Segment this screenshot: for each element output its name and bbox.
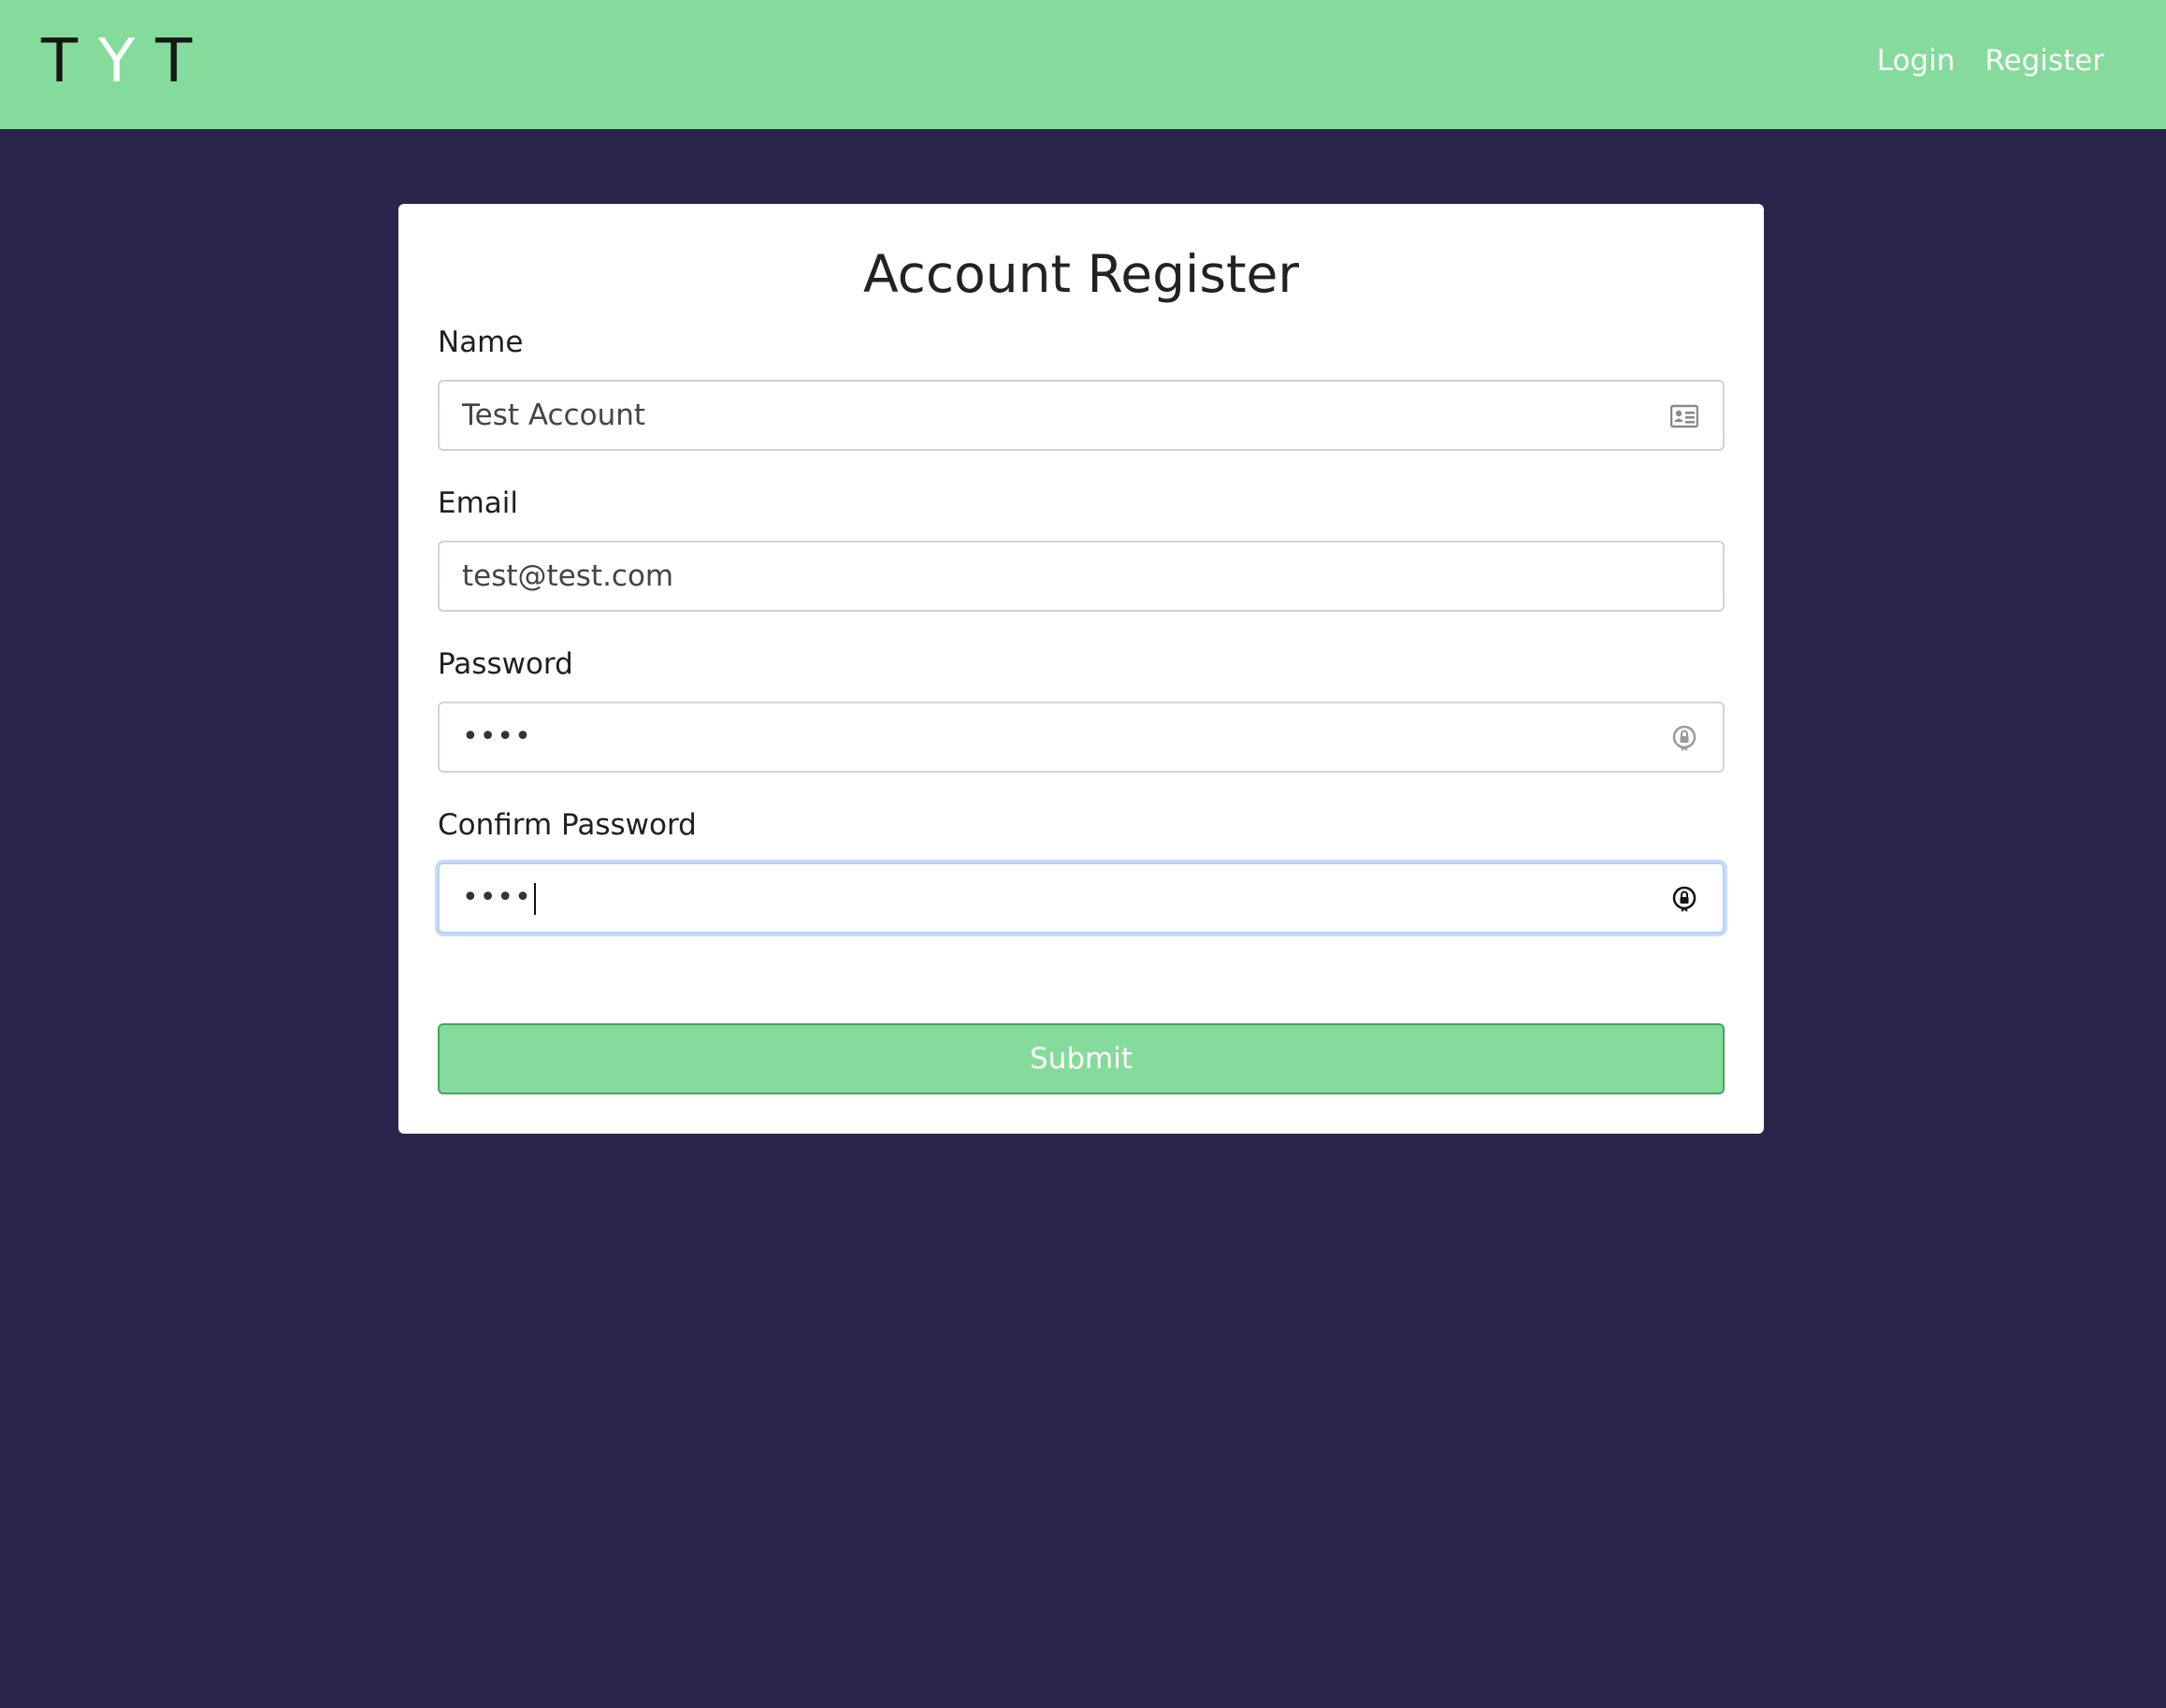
email-input[interactable] [440, 543, 1655, 610]
brand-letter: Y [98, 27, 156, 96]
text-caret [533, 882, 536, 915]
email-field [438, 541, 1725, 612]
password-masked-value: •••• [462, 720, 532, 753]
name-label: Name [438, 326, 524, 359]
confirm-password-masked-value: •••• [462, 864, 536, 932]
nav-links: Login Register [1877, 41, 2104, 80]
email-label: Email [438, 486, 519, 520]
confirm-password-field[interactable]: •••• [438, 862, 1725, 934]
name-input[interactable] [440, 382, 1655, 449]
password-field[interactable]: •••• [438, 702, 1725, 773]
confirm-password-dots: •••• [462, 881, 532, 914]
password-key-icon[interactable] [1670, 885, 1698, 913]
submit-button[interactable]: Submit [438, 1023, 1725, 1094]
nav-login-link[interactable]: Login [1877, 41, 1956, 80]
password-key-icon[interactable] [1670, 724, 1698, 752]
nav-register-link[interactable]: Register [1985, 41, 2104, 80]
register-card: Account Register Name Email Password •••… [398, 204, 1764, 1134]
brand-logo[interactable]: TYT [41, 26, 212, 97]
contact-card-icon[interactable] [1670, 402, 1698, 430]
page-title: Account Register [863, 244, 1299, 304]
password-label: Password [438, 647, 573, 681]
top-navbar: TYT Login Register [0, 0, 2166, 129]
brand-letter: T [41, 27, 99, 96]
brand-letter: T [155, 27, 213, 96]
name-field [438, 380, 1725, 451]
confirm-password-label: Confirm Password [438, 808, 697, 842]
